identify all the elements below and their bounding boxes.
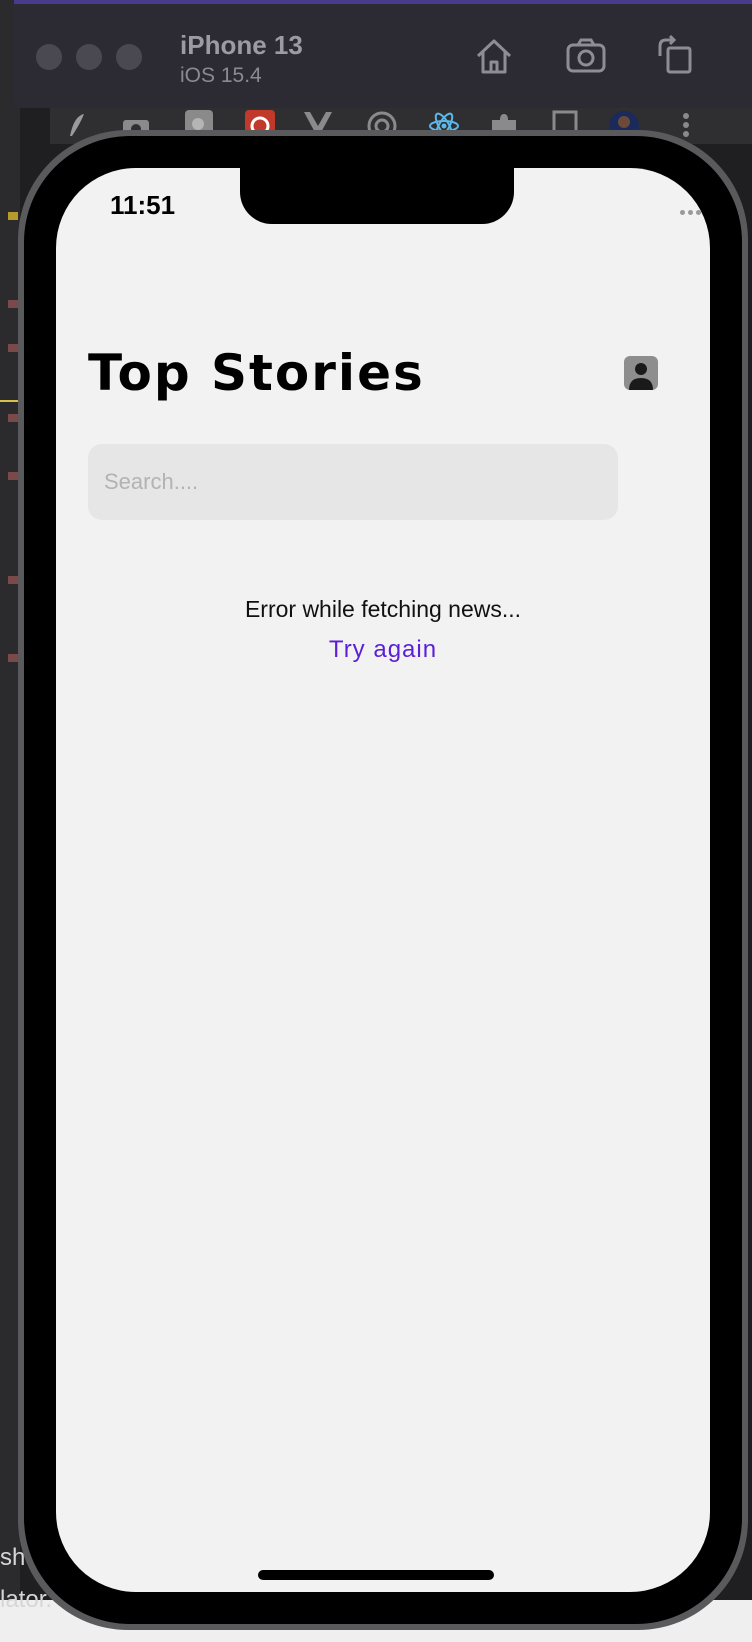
os-version: iOS 15.4: [180, 64, 262, 87]
signal-icon: [680, 210, 710, 215]
close-window-button[interactable]: [36, 44, 62, 70]
simulator-window: iPhone 13 iOS 15.4 11:51 Top Stories Sea…: [14, 0, 752, 1642]
profile-avatar-icon[interactable]: [624, 356, 658, 390]
zoom-window-button[interactable]: [116, 44, 142, 70]
phone-bezel: 11:51 Top Stories Search.... Error while…: [24, 136, 742, 1624]
home-icon[interactable]: [472, 34, 516, 78]
app-screen: 11:51 Top Stories Search.... Error while…: [56, 168, 710, 1592]
desktop: sh lator. iPhone 13 iOS 15.4 11:51 Top S…: [0, 0, 752, 1642]
simulator-titlebar: iPhone 13 iOS 15.4: [14, 0, 752, 108]
rotate-icon[interactable]: [654, 34, 698, 78]
home-indicator[interactable]: [258, 1570, 494, 1580]
extension-icon[interactable]: [60, 110, 92, 140]
error-message: Error while fetching news...: [244, 596, 522, 622]
screenshot-icon[interactable]: [564, 34, 608, 78]
status-time: 11:51: [110, 190, 176, 220]
notch: [240, 168, 514, 224]
device-name: iPhone 13: [180, 30, 303, 60]
minimize-window-button[interactable]: [76, 44, 102, 70]
phone-frame: 11:51 Top Stories Search.... Error while…: [18, 130, 748, 1630]
search-input[interactable]: [88, 444, 618, 520]
page-title: Top Stories: [88, 344, 425, 402]
try-again-button[interactable]: Try again: [56, 636, 710, 664]
